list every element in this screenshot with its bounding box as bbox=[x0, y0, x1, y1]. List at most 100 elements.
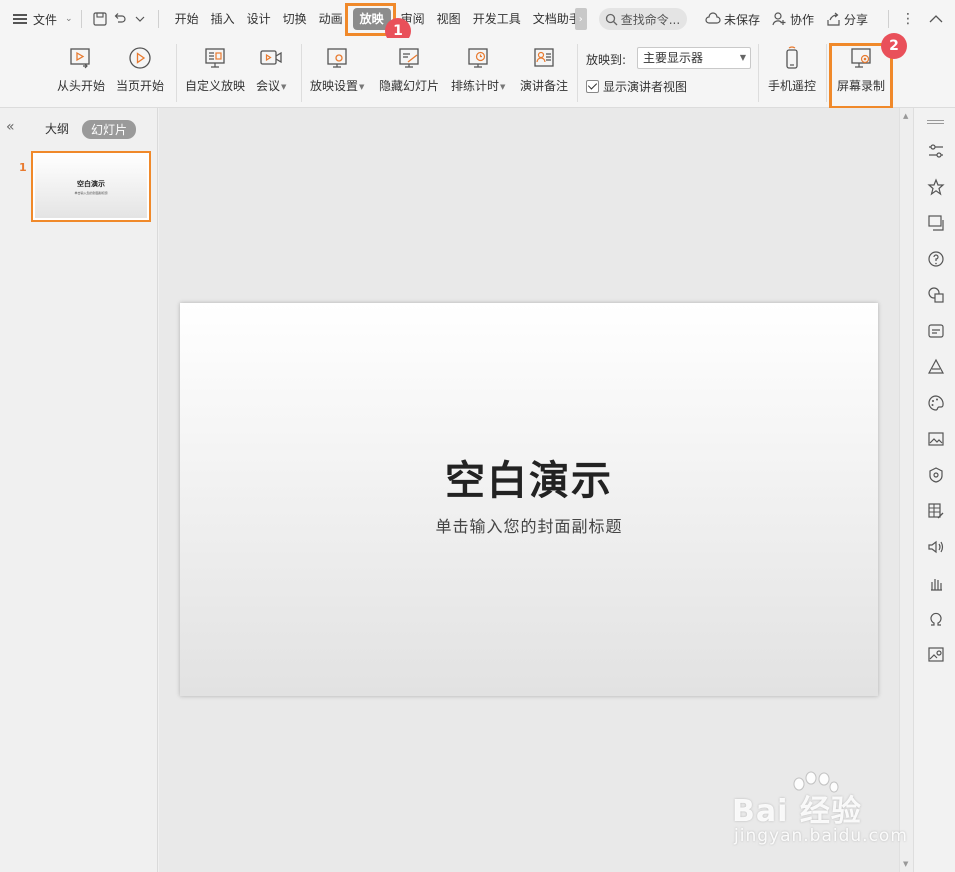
tab-animation[interactable]: 动画 bbox=[313, 8, 349, 30]
step-badge-2: 2 bbox=[881, 33, 907, 59]
speaker-notes-icon bbox=[534, 48, 554, 67]
presenter-view-checkbox[interactable]: 显示演讲者视图 bbox=[586, 78, 687, 95]
checkbox-checked-icon[interactable] bbox=[586, 80, 599, 93]
play-from-start-icon bbox=[70, 48, 90, 69]
rehearse-timing-label: 排练计时▼ bbox=[451, 79, 506, 93]
omega-symbol-icon[interactable] bbox=[927, 610, 945, 628]
image-settings-icon[interactable] bbox=[927, 646, 945, 664]
from-current-button[interactable]: 当页开始 bbox=[116, 46, 164, 94]
tab-doc-assistant[interactable]: 文档助手 bbox=[527, 8, 575, 30]
thumbnail-subtitle: 单击输入您的封面副标题 bbox=[74, 190, 108, 195]
baidu-watermark: Bai 经验 jingyan.baidu.com bbox=[732, 770, 912, 860]
from-start-button[interactable]: 从头开始 bbox=[57, 46, 105, 94]
custom-show-label: 自定义放映 bbox=[185, 79, 246, 93]
meeting-label: 会议▼ bbox=[256, 79, 287, 93]
slide-thumbnail-number: 1 bbox=[19, 161, 27, 174]
shield-icon[interactable] bbox=[927, 466, 945, 484]
drag-handle[interactable] bbox=[927, 118, 944, 126]
slide-title[interactable]: 空白演示 bbox=[180, 448, 878, 506]
rehearse-timing-button[interactable]: 排练计时▼ bbox=[451, 46, 505, 94]
watermark-url: jingyan.baidu.com bbox=[734, 826, 908, 846]
right-sidebar bbox=[913, 108, 955, 872]
vertical-scrollbar[interactable]: ▲ ▼ bbox=[899, 108, 913, 872]
slide-subtitle[interactable]: 单击输入您的封面副标题 bbox=[180, 513, 878, 537]
scroll-down-icon[interactable]: ▼ bbox=[903, 860, 908, 868]
hide-slide-button[interactable]: 隐藏幻灯片 bbox=[379, 46, 439, 94]
divider bbox=[301, 44, 302, 102]
display-select[interactable]: 主要显示器 ▼ bbox=[637, 47, 751, 69]
phone-remote-label: 手机遥控 bbox=[768, 79, 817, 93]
slide[interactable]: 空白演示 单击输入您的封面副标题 bbox=[180, 303, 878, 696]
hand-tool-icon[interactable] bbox=[927, 574, 945, 592]
ribbon-toolbar: 从头开始 当页开始 自定义放映 会议▼ 放映设置▼ 隐藏幻灯片 排练计时▼ 演讲… bbox=[0, 38, 955, 108]
settings-screen-icon bbox=[327, 48, 347, 68]
hide-slide-label: 隐藏幻灯片 bbox=[379, 79, 440, 93]
rehearse-clock-icon bbox=[468, 48, 488, 68]
show-settings-label: 放映设置▼ bbox=[310, 79, 365, 93]
tab-developer[interactable]: 开发工具 bbox=[467, 8, 527, 30]
unsaved-status-button[interactable]: 未保存 bbox=[705, 11, 760, 28]
tab-view[interactable]: 视图 bbox=[431, 8, 467, 30]
share-icon bbox=[827, 12, 840, 26]
custom-show-icon bbox=[205, 48, 225, 68]
save-icon[interactable] bbox=[90, 9, 110, 29]
template-icon[interactable] bbox=[927, 322, 945, 340]
design-icon[interactable] bbox=[927, 358, 945, 376]
share-label: 分享 bbox=[843, 12, 868, 27]
collaborate-label: 协作 bbox=[789, 12, 814, 27]
hamburger-icon[interactable] bbox=[13, 12, 27, 27]
table-edit-icon[interactable] bbox=[927, 502, 945, 520]
speaker-notes-label: 演讲备注 bbox=[520, 79, 569, 93]
watermark-main-text: Bai 经验 bbox=[732, 794, 862, 829]
menu-bar: 文件 ⌄ 开始 插入 设计 切换 动画 放映 审阅 视图 开发工具 文档助手 ›… bbox=[0, 0, 955, 38]
chevron-down-icon: ▼ bbox=[739, 53, 746, 62]
tab-slides[interactable]: 幻灯片 bbox=[82, 120, 137, 139]
chevron-down-icon: ⌄ bbox=[65, 14, 73, 24]
undo-icon[interactable] bbox=[110, 9, 130, 29]
help-icon[interactable] bbox=[927, 250, 945, 268]
shapes-icon[interactable] bbox=[927, 286, 945, 304]
slide-thumbnail[interactable]: 空白演示 单击输入您的封面副标题 bbox=[31, 151, 151, 222]
play-circle-icon bbox=[129, 47, 151, 69]
divider bbox=[888, 10, 889, 28]
palette-icon[interactable] bbox=[927, 394, 945, 412]
tab-insert[interactable]: 插入 bbox=[205, 8, 241, 30]
tab-transition[interactable]: 切换 bbox=[277, 8, 313, 30]
speaker-icon[interactable] bbox=[927, 538, 945, 556]
scroll-up-icon[interactable]: ▲ bbox=[903, 112, 908, 120]
star-icon[interactable] bbox=[927, 178, 945, 196]
tabs-scroll-right-icon[interactable]: › bbox=[574, 8, 587, 30]
divider bbox=[577, 44, 578, 102]
tab-home[interactable]: 开始 bbox=[169, 8, 205, 30]
file-menu[interactable]: 文件 ⌄ bbox=[33, 11, 73, 28]
file-menu-label: 文件 bbox=[33, 12, 58, 27]
phone-remote-button[interactable]: 手机遥控 bbox=[768, 46, 816, 94]
speaker-notes-button[interactable]: 演讲备注 bbox=[520, 46, 568, 94]
custom-show-button[interactable]: 自定义放映 bbox=[185, 46, 245, 94]
slide-transition-icon[interactable] bbox=[927, 214, 945, 232]
tab-design[interactable]: 设计 bbox=[241, 8, 277, 30]
quick-access-dropdown-icon[interactable] bbox=[130, 9, 150, 29]
adjust-sliders-icon[interactable] bbox=[927, 142, 945, 160]
slide-canvas: 空白演示 单击输入您的封面副标题 bbox=[159, 108, 899, 872]
collapse-panel-icon[interactable]: « bbox=[6, 119, 15, 135]
command-search[interactable]: 查找命令... bbox=[598, 8, 687, 30]
play-to-label: 放映到: bbox=[586, 53, 627, 67]
show-settings-button[interactable]: 放映设置▼ bbox=[310, 46, 364, 94]
collaborate-button[interactable]: 协作 bbox=[772, 11, 814, 28]
share-button[interactable]: 分享 bbox=[826, 11, 868, 28]
divider bbox=[826, 44, 827, 102]
presenter-view-label: 显示演讲者视图 bbox=[603, 80, 688, 94]
collapse-ribbon-icon[interactable] bbox=[929, 14, 943, 24]
cloud-icon bbox=[705, 12, 721, 24]
more-options-icon[interactable]: ⋮ bbox=[901, 11, 915, 27]
thumbnail-title: 空白演示 bbox=[77, 179, 105, 188]
divider bbox=[80, 10, 82, 28]
image-icon[interactable] bbox=[927, 430, 945, 448]
slide-panel: « 大纲 幻灯片 1 空白演示 单击输入您的封面副标题 bbox=[0, 108, 158, 872]
divider bbox=[176, 44, 177, 102]
display-select-value: 主要显示器 bbox=[643, 51, 704, 65]
tab-outline[interactable]: 大纲 bbox=[45, 120, 69, 137]
divider bbox=[157, 10, 159, 28]
meeting-button[interactable]: 会议▼ bbox=[256, 46, 286, 94]
